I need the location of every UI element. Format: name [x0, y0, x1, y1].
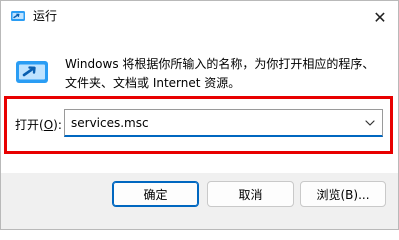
close-button[interactable]: ✕	[368, 5, 392, 29]
open-label-hotkey: O	[43, 118, 54, 132]
title-bar: 运行 ✕	[1, 1, 398, 33]
open-label: 打开(O):	[15, 117, 62, 133]
ok-button[interactable]: 确定	[112, 181, 199, 207]
run-app-icon	[11, 11, 25, 21]
run-dialog: 运行 ✕ Windows 将根据你所输入的名称，为你打开相应的程序、文件夹、文档…	[0, 0, 399, 230]
description-text: Windows 将根据你所输入的名称，为你打开相应的程序、文件夹、文档或 Int…	[65, 57, 375, 90]
open-label-suffix: ):	[53, 118, 62, 132]
command-input[interactable]: services.msc	[71, 115, 149, 131]
run-app-icon	[16, 61, 48, 83]
window-title: 运行	[33, 9, 58, 23]
dialog-content	[1, 33, 398, 173]
chevron-down-icon[interactable]	[364, 117, 376, 129]
browse-button[interactable]: 浏览(B)...	[300, 181, 386, 207]
close-icon: ✕	[373, 7, 387, 27]
command-combobox[interactable]: services.msc	[64, 109, 383, 137]
cancel-button[interactable]: 取消	[207, 181, 294, 207]
open-label-prefix: 打开(	[15, 118, 44, 132]
